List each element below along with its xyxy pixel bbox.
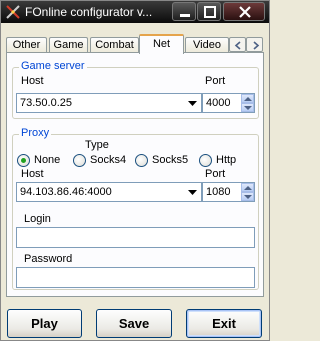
radio-circle bbox=[199, 154, 212, 167]
proxy-type-none-radio[interactable]: None bbox=[17, 154, 67, 168]
proxy-type-socks5-label: Socks5 bbox=[152, 154, 189, 166]
proxy-password-field[interactable] bbox=[16, 267, 255, 288]
proxy-port-value: 1080 bbox=[206, 186, 231, 198]
proxy-port-stepper[interactable]: 1080 bbox=[202, 182, 255, 202]
close-icon bbox=[239, 6, 251, 18]
proxy-password-label: Password bbox=[24, 253, 73, 265]
configurator-window: FOnline configurator v... Other Game Com… bbox=[0, 0, 270, 341]
tab-game[interactable]: Game bbox=[49, 37, 88, 53]
game-server-port-stepper[interactable]: 4000 bbox=[202, 93, 255, 113]
game-server-group: Game server Host Port 73.50.0.25 4000 bbox=[12, 60, 259, 119]
tab-scroll-right-button[interactable] bbox=[246, 37, 263, 52]
game-server-host-label: Host bbox=[21, 75, 44, 87]
crossed-swords-icon bbox=[5, 4, 21, 20]
tab-strip: Other Game Combat Net Video bbox=[6, 34, 264, 54]
dropdown-arrow-icon bbox=[188, 101, 197, 106]
proxy-host-label: Host bbox=[21, 168, 44, 180]
radio-circle bbox=[17, 154, 30, 167]
tab-combat[interactable]: Combat bbox=[90, 37, 139, 53]
proxy-login-label: Login bbox=[24, 213, 51, 225]
tab-other[interactable]: Other bbox=[6, 37, 47, 53]
proxy-login-field[interactable] bbox=[16, 227, 255, 248]
proxy-host-value: 94.103.86.46:4000 bbox=[20, 186, 112, 198]
proxy-type-http-label: Http bbox=[216, 154, 237, 166]
dropdown-arrow-icon bbox=[188, 190, 197, 195]
game-server-group-title: Game server bbox=[19, 60, 87, 72]
net-tab-panel: Game server Host Port 73.50.0.25 4000 Pr… bbox=[6, 52, 264, 297]
minimize-button[interactable] bbox=[172, 2, 196, 21]
minimize-icon bbox=[180, 14, 190, 17]
proxy-type-socks4-radio[interactable]: Socks4 bbox=[73, 154, 135, 168]
chevron-left-icon bbox=[234, 41, 241, 50]
chevron-right-icon bbox=[253, 41, 260, 50]
arrow-down-icon bbox=[244, 195, 252, 199]
port-spin-buttons bbox=[241, 183, 254, 201]
proxy-type-socks4-label: Socks4 bbox=[90, 154, 127, 166]
title-bar[interactable]: FOnline configurator v... bbox=[1, 1, 269, 23]
tab-scroll-left-button[interactable] bbox=[229, 37, 246, 52]
radio-circle bbox=[135, 154, 148, 167]
arrow-down-icon bbox=[244, 106, 252, 110]
arrow-up-icon bbox=[244, 97, 252, 101]
proxy-group: Proxy Type None Socks4 Socks5 Http Host … bbox=[12, 127, 259, 290]
radio-selected-dot bbox=[21, 158, 26, 163]
close-button[interactable] bbox=[223, 2, 265, 21]
port-decrement-button[interactable] bbox=[241, 103, 254, 112]
arrow-up-icon bbox=[244, 186, 252, 190]
proxy-host-combo[interactable]: 94.103.86.46:4000 bbox=[16, 182, 202, 202]
tab-video[interactable]: Video bbox=[185, 37, 229, 53]
game-server-host-combo[interactable]: 73.50.0.25 bbox=[16, 93, 202, 113]
maximize-icon bbox=[204, 6, 216, 18]
proxy-type-none-label: None bbox=[34, 154, 61, 166]
port-increment-button[interactable] bbox=[241, 94, 254, 103]
port-spin-buttons bbox=[241, 94, 254, 112]
proxy-type-http-radio[interactable]: Http bbox=[199, 154, 249, 168]
radio-circle bbox=[73, 154, 86, 167]
game-server-host-value: 73.50.0.25 bbox=[20, 97, 72, 109]
window-title: FOnline configurator v... bbox=[25, 5, 153, 19]
maximize-button[interactable] bbox=[197, 2, 221, 21]
proxy-type-label: Type bbox=[85, 139, 109, 151]
port-decrement-button[interactable] bbox=[241, 192, 254, 201]
save-button[interactable]: Save bbox=[96, 309, 172, 338]
game-server-port-label: Port bbox=[205, 75, 226, 87]
play-button[interactable]: Play bbox=[7, 309, 82, 338]
game-server-port-value: 4000 bbox=[206, 97, 231, 109]
proxy-group-title: Proxy bbox=[19, 127, 52, 139]
proxy-port-label: Port bbox=[205, 168, 226, 180]
tab-net[interactable]: Net bbox=[139, 34, 184, 54]
exit-button[interactable]: Exit bbox=[186, 309, 262, 338]
port-increment-button[interactable] bbox=[241, 183, 254, 192]
proxy-type-socks5-radio[interactable]: Socks5 bbox=[135, 154, 197, 168]
